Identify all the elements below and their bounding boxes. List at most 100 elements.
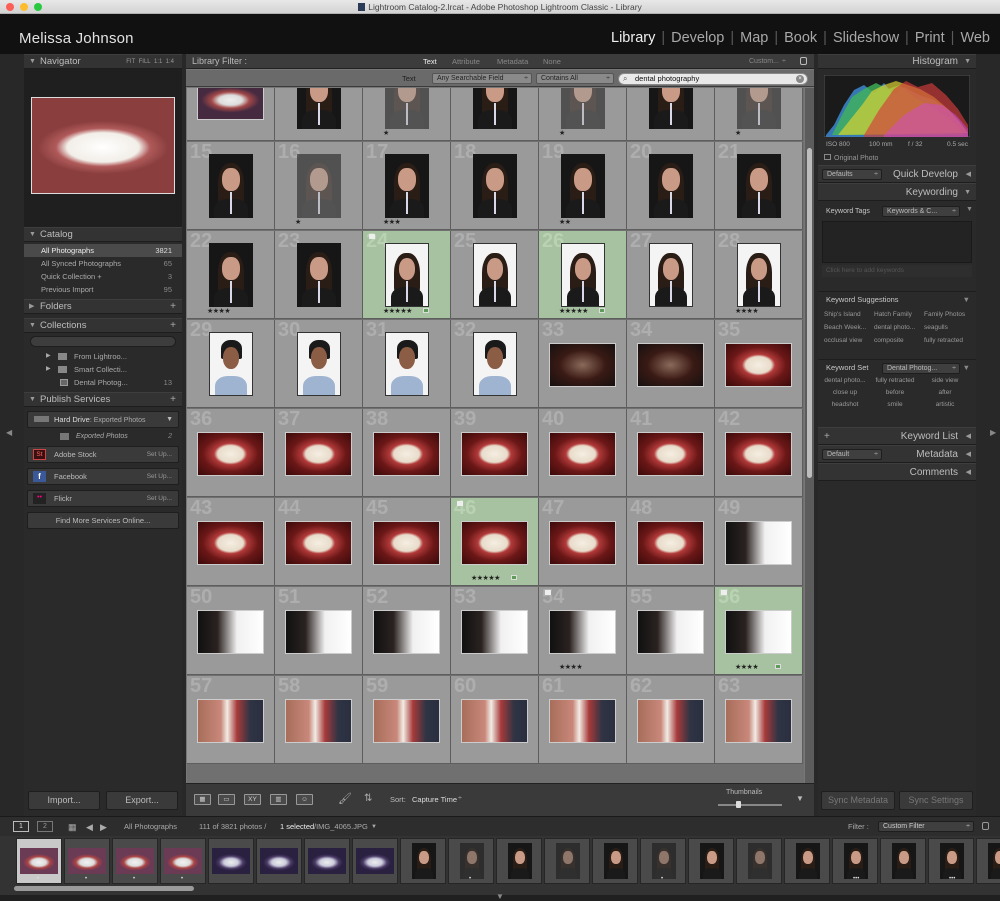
filmstrip-thumbnail[interactable] [208, 838, 254, 884]
grid-cell[interactable]: 8 [187, 88, 275, 141]
find-more-services-button[interactable]: Find More Services Online... [27, 512, 179, 529]
grid-cell[interactable]: 9 [275, 88, 363, 141]
portrait-thumbnail[interactable] [737, 243, 781, 307]
published-folder-exported[interactable]: Exported Photos 2 [24, 430, 182, 443]
filter-tab-metadata[interactable]: Metadata [497, 54, 528, 69]
grid-cell[interactable]: 50 [187, 587, 275, 675]
grid-cell[interactable]: 48 [627, 498, 715, 586]
star-rating[interactable]: ★★★★ [735, 663, 759, 671]
keyword-set-item[interactable]: close up [820, 389, 870, 396]
grid-cell[interactable]: 31 [363, 320, 451, 408]
keyword-suggestion[interactable]: dental photo... [874, 324, 915, 331]
people-view-icon[interactable]: ☺ [296, 794, 313, 805]
grid-cell[interactable]: 63 [715, 676, 803, 764]
comments-header[interactable]: Comments ◀ [818, 463, 976, 481]
smile-profile-thumbnail[interactable] [285, 699, 352, 743]
metadata-header[interactable]: Default ÷ Metadata ◀ [818, 445, 976, 463]
portrait-thumbnail[interactable] [737, 88, 781, 129]
portrait-thumbnail[interactable] [209, 154, 253, 218]
teeth-thumbnail[interactable] [637, 521, 704, 565]
histogram-header[interactable]: Histogram ▼ [818, 54, 976, 69]
grid-cell[interactable]: 45 [363, 498, 451, 586]
forward-arrow-icon[interactable]: ▶ [100, 817, 107, 837]
grid-cell[interactable]: 62 [627, 676, 715, 764]
grid-cell[interactable]: 55 [627, 587, 715, 675]
search-input[interactable]: ⌕ dental photography × [618, 73, 808, 85]
star-rating[interactable]: ★★★★★ [559, 307, 588, 315]
portrait-thumbnail[interactable] [385, 243, 429, 307]
contains-rule-select[interactable]: Contains All ÷ [536, 73, 614, 84]
filmstrip-thumbnail[interactable] [592, 838, 638, 884]
add-collection-icon[interactable]: + [170, 319, 176, 333]
keyword-suggestion[interactable]: Ship's Island [824, 311, 861, 318]
filmstrip-thumbnail[interactable] [736, 838, 782, 884]
portrait-thumbnail[interactable] [561, 154, 605, 218]
filmstrip-thumbnail[interactable]: ••• [928, 838, 974, 884]
teeth-thumbnail[interactable] [373, 521, 440, 565]
side-profile-thumbnail[interactable] [461, 610, 528, 654]
collection-set-smart[interactable]: ▶ Smart Collecti... [24, 363, 182, 376]
lock-icon[interactable] [800, 57, 807, 65]
star-rating[interactable]: ★★★★★ [383, 307, 412, 315]
teeth-thumbnail[interactable] [197, 432, 264, 476]
thumbnail-size-handle[interactable] [736, 801, 741, 808]
filmstrip-thumbnail[interactable] [544, 838, 590, 884]
grid-scrollbar[interactable] [805, 88, 814, 783]
portrait-thumbnail[interactable] [473, 154, 517, 218]
star-rating[interactable]: ★★★★ [735, 307, 759, 315]
grid-cell[interactable]: 10★ [363, 88, 451, 141]
filmstrip-thumbnail[interactable] [784, 838, 830, 884]
grid-cell[interactable]: 56 ★★★★ [715, 587, 803, 675]
side-profile-thumbnail[interactable] [637, 610, 704, 654]
side-profile-thumbnail[interactable] [725, 610, 792, 654]
filter-preset-select[interactable]: Custom... [749, 54, 779, 69]
teeth-thumbnail[interactable] [549, 521, 616, 565]
grid-cell[interactable]: 30 [275, 320, 363, 408]
keyword-suggestion[interactable]: Family Photos [924, 311, 965, 318]
filmstrip-thumbnail[interactable] [400, 838, 446, 884]
filmstrip-source[interactable]: All Photographs [124, 817, 177, 837]
pick-flag-icon[interactable] [457, 501, 463, 506]
filmstrip-thumbnail[interactable]: • [640, 838, 686, 884]
add-keywords-input[interactable]: Click here to add keywords [822, 265, 972, 277]
publish-flickr[interactable]: •• Flickr Set Up... [27, 490, 179, 507]
portrait-thumbnail[interactable] [473, 88, 517, 129]
sync-metadata-button[interactable]: Sync Metadata [821, 791, 895, 810]
grid-cell[interactable]: 37 [275, 409, 363, 497]
grid-cell[interactable]: 14★ [715, 88, 803, 141]
original-photo-toggle[interactable]: Original Photo [824, 154, 878, 162]
portrait-thumbnail[interactable] [385, 154, 429, 218]
keyword-suggestion[interactable]: composite [874, 337, 904, 344]
keyword-list-header[interactable]: + Keyword List ◀ [818, 427, 976, 445]
filter-tab-text[interactable]: Text [423, 54, 437, 69]
grid-cell[interactable]: 53 [451, 587, 539, 675]
collection-badge-icon[interactable] [599, 308, 605, 313]
teeth-thumbnail[interactable] [285, 432, 352, 476]
filmstrip-thumbnail[interactable] [688, 838, 734, 884]
portrait-thumbnail[interactable] [561, 88, 605, 129]
filmstrip-thumbnail[interactable] [496, 838, 542, 884]
filmstrip-scrollbar[interactable] [14, 886, 194, 891]
survey-view-icon[interactable]: ▥ [270, 794, 287, 805]
filmstrip-thumbnail[interactable] [256, 838, 302, 884]
grid-cell[interactable]: 42 [715, 409, 803, 497]
grid-cell[interactable]: 26 ★★★★★ [539, 231, 627, 319]
filter-lock-icon[interactable] [982, 822, 989, 830]
keyword-suggestions-header[interactable]: Keyword Suggestions ▼ [818, 291, 976, 307]
portrait-thumbnail[interactable] [473, 243, 517, 307]
import-button[interactable]: Import... [28, 791, 100, 810]
keywording-header[interactable]: Keywording ▼ [818, 183, 976, 201]
filmstrip-thumbnail[interactable] [304, 838, 350, 884]
star-rating[interactable]: ★★★ [383, 218, 401, 226]
export-button[interactable]: Export... [106, 791, 178, 810]
grid-cell[interactable]: 12★ [539, 88, 627, 141]
smile-profile-thumbnail[interactable] [373, 699, 440, 743]
star-rating[interactable]: ★ [559, 129, 565, 137]
back-arrow-icon[interactable]: ◀ [86, 817, 93, 837]
grid-scrollbar-thumb[interactable] [807, 148, 812, 478]
grid-cell[interactable]: 25 [451, 231, 539, 319]
keyword-suggestion[interactable]: Hatch Family [874, 311, 912, 318]
keyword-tags-chevron-icon[interactable]: ▼ [966, 206, 973, 213]
grid-cell[interactable]: 11 [451, 88, 539, 141]
star-rating[interactable]: ★ [295, 218, 301, 226]
